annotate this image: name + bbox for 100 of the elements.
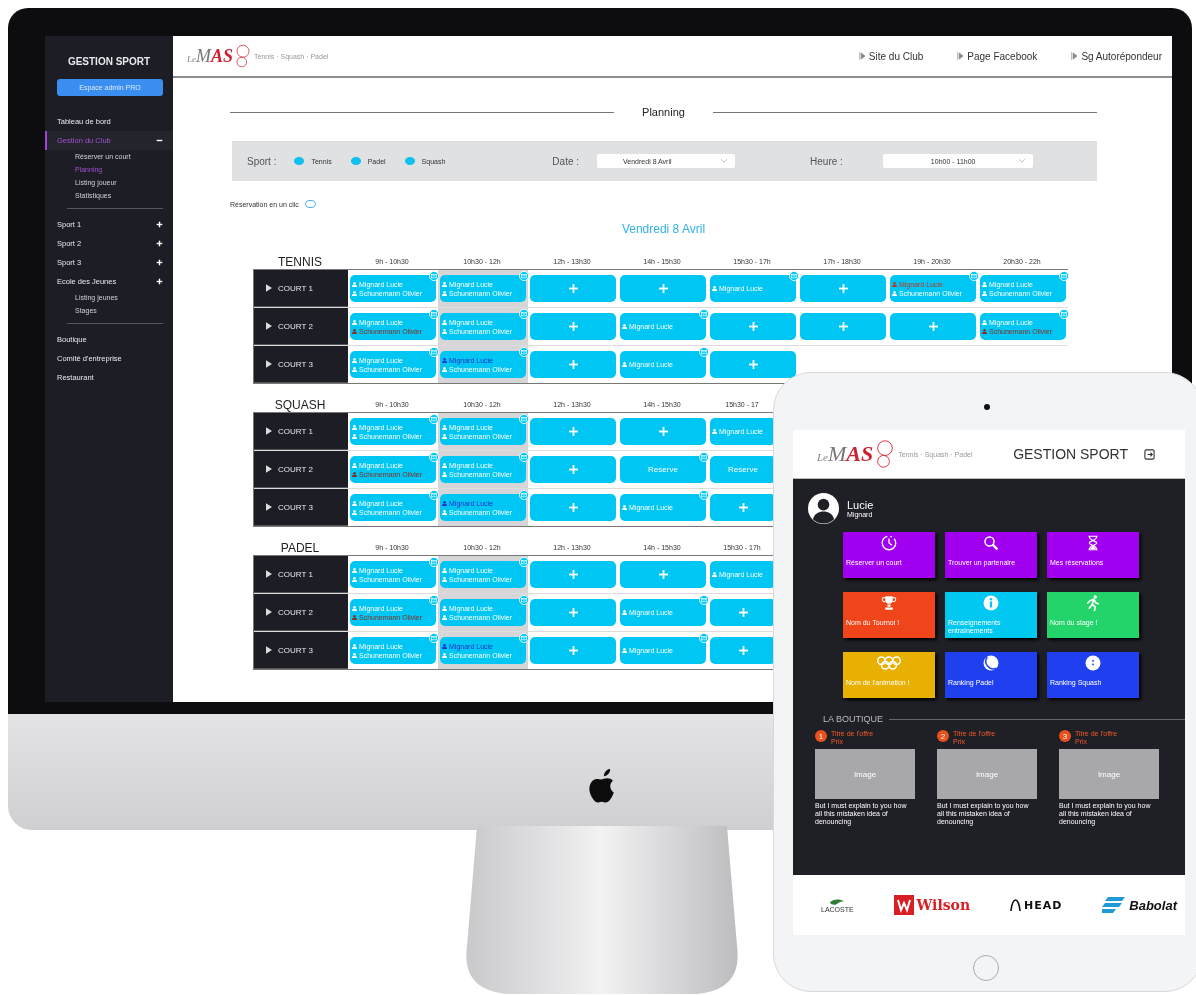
court-label[interactable]: COURT 3 [254,489,348,526]
mail-icon[interactable] [699,347,709,357]
mail-icon[interactable] [519,347,529,357]
plus-icon[interactable] [156,240,163,247]
court-label[interactable]: COURT 2 [254,451,348,488]
mail-icon[interactable] [1059,309,1069,319]
sport-heading: PADEL [279,540,321,555]
sport-heading: TENNIS [277,254,323,269]
mail-icon[interactable] [519,490,529,500]
mail-icon[interactable] [429,347,439,357]
court-label[interactable]: COURT 1 [254,556,348,593]
plus-icon [838,322,848,331]
plus-icon [568,427,578,436]
play-icon [266,465,272,473]
play-icon [266,360,272,368]
logo-wordmark: LeMAS [817,441,874,467]
plus-icon [738,503,748,512]
plus-icon [568,322,578,331]
radio-dot[interactable] [294,157,305,165]
arch-icon [1010,898,1021,912]
mail-icon[interactable] [699,633,709,643]
mail-icon[interactable] [699,595,709,605]
mail-icon[interactable] [429,414,439,424]
logout-icon[interactable] [1144,448,1155,460]
play-icon [957,52,964,60]
mail-icon[interactable] [429,309,439,319]
ball-icon [1084,654,1102,672]
filter-label: Date : [552,155,580,167]
mail-icon[interactable] [519,271,529,281]
mail-icon[interactable] [789,271,799,281]
app-title: GESTION SPORT [66,56,152,67]
play-icon [266,322,272,330]
chevron-down-icon [1018,159,1025,163]
mail-icon[interactable] [429,271,439,281]
radio-dot[interactable] [404,157,415,165]
plus-icon [568,284,578,293]
plus-icon[interactable] [156,278,163,285]
search-icon [982,534,1000,552]
sport-heading: SQUASH [273,397,327,412]
play-icon [266,284,272,292]
plus-icon [658,570,668,579]
stripes-icon [1102,897,1127,913]
mail-icon[interactable] [519,414,529,424]
plus-icon [568,465,578,474]
plus-icon [838,284,848,293]
header-link[interactable]: Page Facebook [957,50,1038,62]
court-label[interactable]: COURT 2 [254,594,348,631]
runner-icon [1084,594,1102,612]
header-link[interactable]: Sg Autorépondeur [1071,50,1162,62]
mail-icon[interactable] [699,490,709,500]
plus-icon[interactable] [156,221,163,228]
mail-icon[interactable] [429,490,439,500]
mail-icon[interactable] [519,557,529,567]
plus-icon [568,608,578,617]
plus-icon[interactable] [156,259,163,266]
placeholder-label: Image [1097,769,1121,779]
plus-icon [658,427,668,436]
brand-name: Babolat [1129,897,1177,913]
court-label[interactable]: COURT 2 [254,308,348,345]
filter-label: Heure : [810,155,843,167]
plus-icon [658,284,668,293]
mail-icon[interactable] [429,557,439,567]
court-label[interactable]: COURT 1 [254,413,348,450]
mail-icon[interactable] [519,452,529,462]
rings-icon [875,654,903,672]
mail-icon[interactable] [429,633,439,643]
brand-mark-icon [893,895,914,915]
plus-icon [748,360,758,369]
mail-icon[interactable] [1059,271,1069,281]
mail-icon[interactable] [699,309,709,319]
court-label[interactable]: COURT 3 [254,632,348,669]
avatar-icon [808,493,839,524]
court-label[interactable]: COURT 3 [254,346,348,383]
mail-icon[interactable] [429,595,439,605]
brand-name: Wilson [916,897,971,913]
user-first-name: Lucie [847,499,874,511]
mail-icon[interactable] [429,452,439,462]
camera-dot [984,404,990,410]
ball-icon [982,654,1000,672]
play-icon [266,427,272,435]
plus-icon [928,322,938,331]
brand-name: HEAD [1024,898,1063,912]
plus-icon [568,503,578,512]
page-title: Planning [642,106,685,118]
mail-icon[interactable] [969,271,979,281]
court-label[interactable]: COURT 1 [254,270,348,307]
mail-icon[interactable] [519,633,529,643]
radio-dot[interactable] [350,157,361,165]
mail-icon[interactable] [699,452,709,462]
play-icon [266,646,272,654]
placeholder-label: Image [975,769,999,779]
clock-icon [880,534,898,552]
plus-icon [748,322,758,331]
mail-icon[interactable] [519,595,529,605]
date-heading: Vendredi 8 Avril [620,222,707,236]
play-icon [1071,52,1078,60]
play-icon [858,52,865,60]
header-link[interactable]: Site du Club [858,50,924,62]
logo-loop-icon [234,44,253,68]
mail-icon[interactable] [519,309,529,319]
